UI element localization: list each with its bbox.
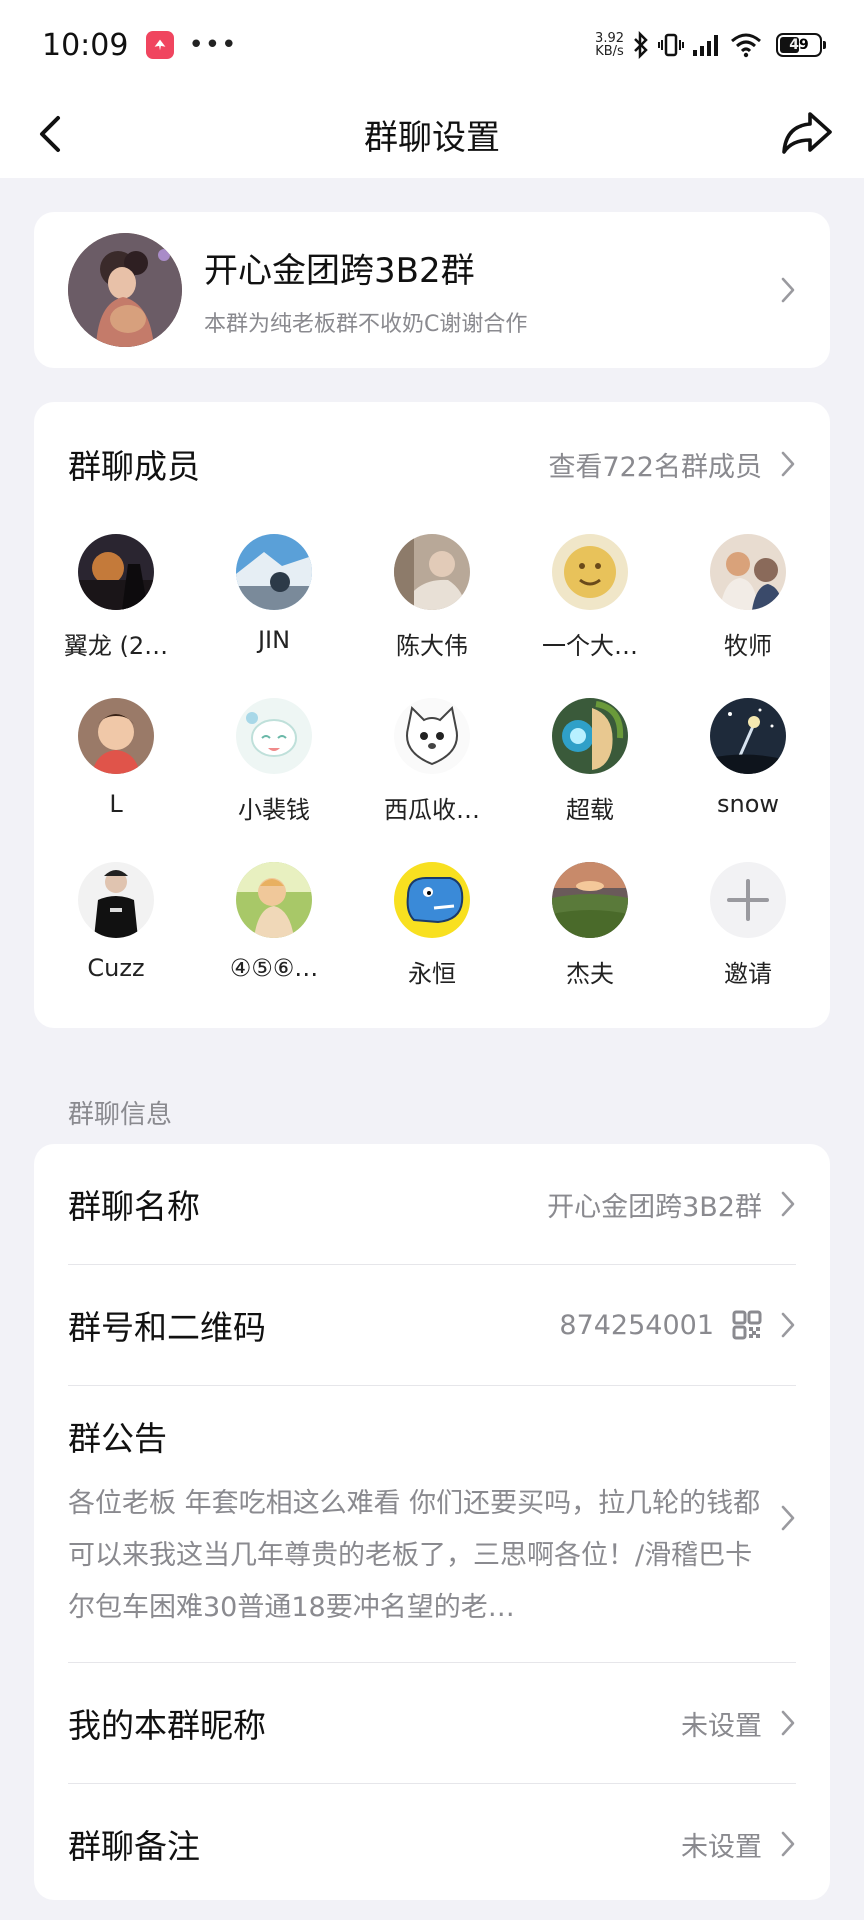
row-label: 群号和二维码	[68, 1308, 266, 1347]
member-name: 小裴钱	[238, 796, 310, 824]
member-name: JIN	[257, 626, 291, 654]
back-arrow-icon[interactable]	[28, 110, 76, 158]
group-remark-row[interactable]: 群聊备注 未设置	[68, 1784, 796, 1904]
members-header: 群聊成员 查看722名群成员	[34, 402, 830, 526]
members-title: 群聊成员	[68, 447, 200, 486]
chevron-right-icon	[781, 1312, 795, 1338]
member-item[interactable]: 西瓜收…	[362, 698, 502, 825]
chevron-right-icon	[781, 1191, 795, 1217]
member-avatar	[78, 534, 154, 610]
my-nickname-row[interactable]: 我的本群昵称 未设置	[68, 1663, 796, 1783]
group-profile-card[interactable]: 开心金团跨3B2群 本群为纯老板群不收奶C谢谢合作	[34, 212, 830, 368]
member-item[interactable]: 一个大…	[520, 534, 660, 661]
group-name-row[interactable]: 群聊名称 开心金团跨3B2群	[68, 1144, 796, 1264]
member-avatar	[78, 862, 154, 938]
section-label-group-info: 群聊信息	[68, 1100, 173, 1130]
member-item[interactable]: snow	[678, 698, 818, 818]
member-item[interactable]: L	[46, 698, 186, 818]
member-item[interactable]: 永恒	[362, 862, 502, 989]
chevron-right-icon	[781, 1505, 795, 1531]
qr-code-icon	[732, 1310, 762, 1340]
member-avatar	[236, 862, 312, 938]
chevron-right-icon	[781, 451, 795, 477]
member-name: 超载	[566, 796, 614, 824]
member-avatar	[394, 534, 470, 610]
group-name: 开心金团跨3B2群	[204, 250, 475, 291]
member-avatar	[236, 534, 312, 610]
member-name: 杰夫	[566, 960, 614, 988]
signal-icon	[692, 32, 722, 58]
invite-button[interactable]: 邀请	[678, 862, 818, 989]
battery-icon: 49	[776, 33, 826, 57]
member-grid: 翼龙 (2… JIN 陈大伟 一个大… 牧师 L 小裴钱 西瓜收… 超载 sno…	[34, 526, 830, 1006]
invite-label: 邀请	[724, 960, 772, 988]
more-notifications-icon: •••	[188, 30, 238, 60]
member-name: 西瓜收…	[384, 796, 480, 824]
group-notice-text: 各位老板 年套吃相这么难看 你们还要买吗，拉几轮的钱都可以来我这当几年尊贵的老板…	[68, 1488, 761, 1623]
member-item[interactable]: Cuzz	[46, 862, 186, 982]
member-item[interactable]: ④⑤⑥…	[204, 862, 344, 982]
nav-bar: 群聊设置	[0, 90, 864, 178]
group-description: 本群为纯老板群不收奶C谢谢合作	[204, 311, 528, 337]
plus-icon	[727, 879, 769, 921]
app-notification-icon	[146, 31, 175, 59]
member-name: 翼龙 (2…	[63, 632, 169, 660]
member-avatar	[394, 698, 470, 774]
battery-percent: 49	[789, 37, 809, 53]
row-label: 群聊备注	[68, 1827, 200, 1866]
my-nickname-value: 未设置	[681, 1710, 762, 1742]
wifi-icon	[730, 32, 762, 58]
chevron-right-icon	[781, 1710, 795, 1736]
row-label: 群公告	[68, 1419, 167, 1458]
member-avatar	[710, 534, 786, 610]
group-remark-value: 未设置	[681, 1831, 762, 1863]
member-avatar	[710, 698, 786, 774]
member-avatar	[552, 698, 628, 774]
member-item[interactable]: 超载	[520, 698, 660, 825]
member-name: L	[109, 790, 123, 818]
view-all-members-link[interactable]: 查看722名群成员	[548, 445, 796, 484]
member-name: ④⑤⑥…	[229, 954, 319, 982]
members-card: 群聊成员 查看722名群成员 翼龙 (2… JIN 陈大伟 一个大… 牧师 L …	[34, 402, 830, 1028]
member-name: snow	[716, 790, 780, 818]
invite-avatar	[710, 862, 786, 938]
group-info-card: 群聊名称 开心金团跨3B2群 群号和二维码 874254001 群公告 各位老板…	[34, 1144, 830, 1900]
chevron-right-icon	[781, 1831, 795, 1857]
member-avatar	[394, 862, 470, 938]
row-label: 我的本群昵称	[68, 1706, 266, 1745]
member-item[interactable]: JIN	[204, 534, 344, 654]
member-item[interactable]: 杰夫	[520, 862, 660, 989]
status-bar: 10:09 ••• 3.92 KB/s 49	[0, 0, 864, 90]
member-item[interactable]: 翼龙 (2…	[46, 534, 186, 661]
net-speed: 3.92 KB/s	[595, 31, 624, 59]
row-label: 群聊名称	[68, 1187, 200, 1226]
member-avatar	[236, 698, 312, 774]
member-avatar	[552, 534, 628, 610]
group-id-row[interactable]: 群号和二维码 874254001	[68, 1265, 796, 1385]
member-avatar	[78, 698, 154, 774]
member-name: 一个大…	[542, 632, 638, 660]
bluetooth-icon	[632, 31, 650, 59]
member-avatar	[552, 862, 628, 938]
member-name: 牧师	[724, 632, 772, 660]
group-name-value: 开心金团跨3B2群	[547, 1191, 762, 1223]
chevron-right-icon	[781, 277, 795, 303]
member-name: Cuzz	[87, 954, 145, 982]
page-title: 群聊设置	[364, 117, 500, 158]
status-time: 10:09	[42, 27, 129, 63]
vibrate-icon	[658, 31, 684, 59]
member-name: 陈大伟	[396, 632, 468, 660]
group-avatar	[68, 233, 182, 347]
share-icon[interactable]	[780, 108, 834, 158]
member-item[interactable]: 小裴钱	[204, 698, 344, 825]
member-item[interactable]: 陈大伟	[362, 534, 502, 661]
group-id-value: 874254001	[559, 1309, 714, 1341]
member-item[interactable]: 牧师	[678, 534, 818, 661]
member-name: 永恒	[408, 960, 456, 988]
